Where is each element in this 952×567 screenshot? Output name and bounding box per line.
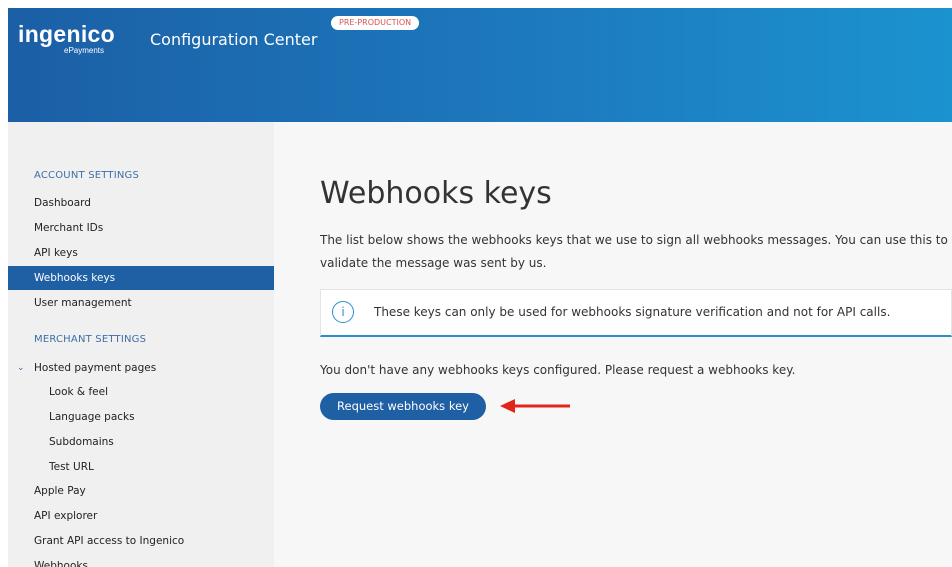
sidebar-nav: ACCOUNT SETTINGS Dashboard Merchant IDs … xyxy=(8,122,274,567)
sidebar-item-test-url[interactable]: Test URL xyxy=(8,455,274,479)
sidebar-item-label: API keys xyxy=(34,247,78,259)
sidebar-item-language-packs[interactable]: Language packs xyxy=(8,405,274,429)
ingenico-logo[interactable]: ingenico ePayments xyxy=(18,21,115,55)
app-window: ingenico ePayments Configuration Center … xyxy=(8,8,952,567)
sidebar-item-api-explorer[interactable]: API explorer xyxy=(8,504,274,528)
section-label-account-settings: ACCOUNT SETTINGS xyxy=(34,170,140,181)
sidebar-item-label: Webhooks xyxy=(34,560,88,567)
sidebar-item-label: Grant API access to Ingenico xyxy=(34,535,185,547)
sidebar-item-label: Test URL xyxy=(49,461,94,473)
request-webhooks-key-button[interactable]: Request webhooks key xyxy=(320,393,486,420)
main-content: Webhooks keys The list below shows the w… xyxy=(274,122,952,567)
sidebar-item-merchant-ids[interactable]: Merchant IDs xyxy=(8,216,274,240)
sidebar-item-subdomains[interactable]: Subdomains xyxy=(8,430,274,454)
sidebar-item-label: Language packs xyxy=(49,411,135,423)
section-label-merchant-settings: MERCHANT SETTINGS xyxy=(34,334,147,345)
sidebar-item-label: Subdomains xyxy=(49,436,114,448)
sidebar-item-label: Apple Pay xyxy=(34,485,86,497)
info-icon: i xyxy=(332,301,354,323)
environment-badge: PRE-PRODUCTION xyxy=(331,16,420,30)
sidebar-item-label: Webhooks keys xyxy=(34,272,116,284)
logo-subtitle: ePayments xyxy=(64,46,105,55)
sidebar-item-label: User management xyxy=(34,297,132,309)
sidebar-item-label: Merchant IDs xyxy=(34,222,104,234)
sidebar-item-label: Look & feel xyxy=(49,386,108,398)
info-notice: i These keys can only be used for webhoo… xyxy=(320,289,952,337)
empty-state-message: You don't have any webhooks keys configu… xyxy=(320,363,796,377)
sidebar-item-api-keys[interactable]: API keys xyxy=(8,241,274,265)
sidebar-item-grant-api-access[interactable]: Grant API access to Ingenico xyxy=(8,529,274,553)
sidebar-item-label: Hosted payment pages xyxy=(34,362,157,374)
logo-wordmark: ingenico xyxy=(18,21,115,47)
top-header: ingenico ePayments Configuration Center … xyxy=(8,8,952,122)
sidebar-item-dashboard[interactable]: Dashboard xyxy=(8,191,274,215)
sidebar-item-label: API explorer xyxy=(34,510,98,522)
sidebar-item-apple-pay[interactable]: Apple Pay xyxy=(8,479,274,503)
page-title: Webhooks keys xyxy=(320,176,552,211)
app-title: Configuration Center xyxy=(150,30,318,49)
annotation-arrow-icon xyxy=(500,399,570,413)
info-notice-text: These keys can only be used for webhooks… xyxy=(374,305,891,319)
sidebar-item-label: Dashboard xyxy=(34,197,91,209)
sidebar-item-look-and-feel[interactable]: Look & feel xyxy=(8,380,274,404)
sidebar-item-webhooks[interactable]: Webhooks xyxy=(8,554,274,567)
chevron-down-icon: ⌄ xyxy=(17,363,25,373)
sidebar-item-hosted-payment-pages[interactable]: ⌄ Hosted payment pages xyxy=(8,356,274,380)
intro-text: The list below shows the webhooks keys t… xyxy=(320,233,948,270)
sidebar-item-user-management[interactable]: User management xyxy=(8,291,274,315)
sidebar-item-webhooks-keys[interactable]: Webhooks keys xyxy=(8,266,274,290)
